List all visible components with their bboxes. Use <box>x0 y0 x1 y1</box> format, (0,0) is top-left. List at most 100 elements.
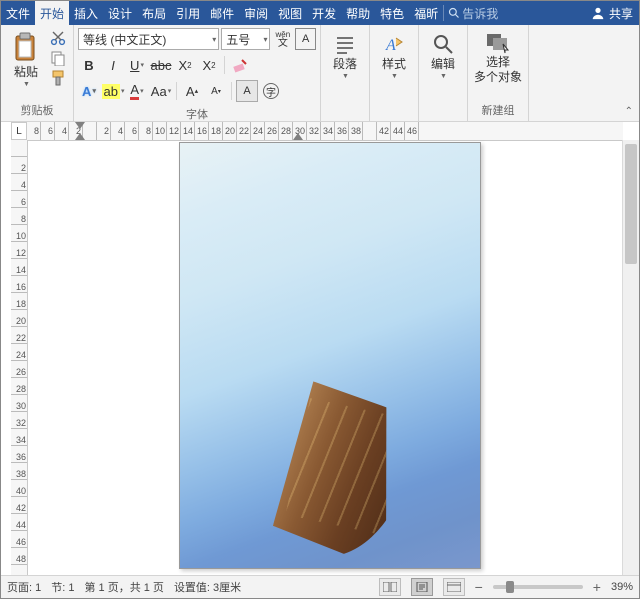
share-button[interactable]: 共享 <box>585 1 639 25</box>
tab-file[interactable]: 文件 <box>1 1 35 25</box>
view-read-mode[interactable] <box>379 578 401 596</box>
status-page[interactable]: 页面: 1 <box>7 579 41 595</box>
shrink-font-button[interactable]: A▾ <box>205 80 227 102</box>
right-indent-marker[interactable] <box>293 133 303 140</box>
tab-home[interactable]: 开始 <box>35 1 69 25</box>
tab-insert[interactable]: 插入 <box>69 1 103 25</box>
group-clipboard-label: 剪贴板 <box>1 101 73 121</box>
change-case-button[interactable]: Aa▾ <box>150 80 172 102</box>
text-effects-button[interactable]: A▾ <box>78 80 100 102</box>
scrollbar-thumb[interactable] <box>625 144 637 264</box>
highlight-button[interactable]: ab▾ <box>102 80 124 102</box>
view-web-layout[interactable] <box>443 578 465 596</box>
char-shading-button[interactable]: A <box>236 80 258 102</box>
paste-icon <box>12 32 40 64</box>
boat-image <box>269 379 422 570</box>
tab-view[interactable]: 视图 <box>273 1 307 25</box>
select-line2: 多个对象 <box>474 71 522 84</box>
status-setting[interactable]: 设置值: 3厘米 <box>174 579 241 595</box>
ruler-tick <box>83 122 97 140</box>
strikethrough-button[interactable]: abc <box>150 54 172 76</box>
chevron-down-icon: ▾ <box>263 35 267 44</box>
paragraph-button[interactable]: 段落 ▼ <box>325 28 365 80</box>
tab-layout[interactable]: 布局 <box>137 1 171 25</box>
tell-me-label: 告诉我 <box>462 5 498 22</box>
collapse-ribbon-button[interactable]: ⌃ <box>625 106 633 117</box>
tab-foxit[interactable]: 福昕 <box>409 1 443 25</box>
ruler-tick: 22 <box>11 327 27 344</box>
ruler-tick: 4 <box>111 122 125 140</box>
tab-references[interactable]: 引用 <box>171 1 205 25</box>
horizontal-ruler[interactable]: 8642246810121416182022242628303234363842… <box>27 122 623 141</box>
chevron-down-icon: ▾ <box>140 61 144 69</box>
tell-me[interactable]: 告诉我 <box>444 1 502 25</box>
superscript-button[interactable]: X2 <box>198 54 220 76</box>
font-color-button[interactable]: A▾ <box>126 80 148 102</box>
chevron-down-icon: ▾ <box>92 87 96 95</box>
font-size-dropdown[interactable]: 五号 ▾ <box>221 28 270 50</box>
vertical-ruler[interactable]: 2468101214161820222426283032343638404244… <box>11 140 28 575</box>
ruler-tick: 12 <box>167 122 181 140</box>
ruler-tick: 30 <box>11 395 27 412</box>
ruler-tick: 6 <box>11 191 27 208</box>
group-edit: 编辑 ▼ <box>419 25 468 121</box>
status-page-count[interactable]: 第 1 页，共 1 页 <box>84 579 163 595</box>
zoom-value[interactable]: 39% <box>611 581 633 593</box>
tab-developer[interactable]: 开发 <box>307 1 341 25</box>
workspace: L 86422468101214161820222426283032343638… <box>1 122 639 575</box>
ruler-tick: 34 <box>321 122 335 140</box>
share-label: 共享 <box>609 5 633 22</box>
edit-button[interactable]: 编辑 ▼ <box>423 28 463 80</box>
styles-label: 样式 <box>382 58 406 71</box>
subscript-button[interactable]: X2 <box>174 54 196 76</box>
styles-button[interactable]: A 样式 ▼ <box>374 28 414 80</box>
document-area[interactable] <box>27 140 623 575</box>
ruler-tick: 36 <box>335 122 349 140</box>
select-objects-button[interactable]: 选择 多个对象 <box>472 28 524 84</box>
edit-label: 编辑 <box>431 58 455 71</box>
select-objects-icon <box>485 32 511 54</box>
chevron-down-icon: ▼ <box>342 73 349 80</box>
paste-button[interactable]: 粘贴 ▼ <box>5 28 47 88</box>
indent-marker-top[interactable] <box>75 122 85 129</box>
ruler-tick: 12 <box>11 242 27 259</box>
tab-review[interactable]: 审阅 <box>239 1 273 25</box>
grow-font-button[interactable]: A▴ <box>181 80 203 102</box>
tab-selector[interactable]: L <box>11 122 27 140</box>
ruler-tick: 2 <box>97 122 111 140</box>
zoom-out-button[interactable]: − <box>475 579 483 595</box>
char-border-button[interactable]: A <box>295 28 316 50</box>
tab-design[interactable]: 设计 <box>103 1 137 25</box>
paste-label: 粘贴 <box>14 66 38 79</box>
cut-button[interactable] <box>50 30 66 46</box>
zoom-slider[interactable] <box>493 585 583 589</box>
tab-help[interactable]: 帮助 <box>341 1 375 25</box>
format-painter-button[interactable] <box>50 70 66 86</box>
chevron-down-icon: ▾ <box>140 87 144 95</box>
styles-icon: A <box>382 32 406 56</box>
status-section[interactable]: 节: 1 <box>51 579 74 595</box>
view-print-layout[interactable] <box>411 578 433 596</box>
tab-special[interactable]: 特色 <box>375 1 409 25</box>
group-edit-label <box>419 117 467 121</box>
copy-button[interactable] <box>50 50 66 66</box>
italic-button[interactable]: I <box>102 54 124 76</box>
clear-formatting-button[interactable] <box>229 54 251 76</box>
bold-button[interactable]: B <box>78 54 100 76</box>
zoom-slider-knob[interactable] <box>506 581 514 593</box>
page[interactable] <box>179 142 481 569</box>
font-size-value: 五号 <box>226 31 250 48</box>
ruler-tick: 36 <box>11 446 27 463</box>
ruler-tick: 26 <box>265 122 279 140</box>
ruler-tick: 6 <box>125 122 139 140</box>
indent-marker-bottom[interactable] <box>75 133 85 140</box>
font-family-dropdown[interactable]: 等线 (中文正文)▾ <box>78 28 219 50</box>
enclose-char-button[interactable]: 字 <box>260 80 282 102</box>
group-paragraph-label <box>321 117 369 121</box>
ruler-tick: 46 <box>11 531 27 548</box>
underline-button[interactable]: U▾ <box>126 54 148 76</box>
phonetic-guide-button[interactable]: wěn文 <box>272 28 293 50</box>
vertical-scrollbar[interactable] <box>622 140 639 575</box>
zoom-in-button[interactable]: + <box>593 579 601 595</box>
tab-mailings[interactable]: 邮件 <box>205 1 239 25</box>
